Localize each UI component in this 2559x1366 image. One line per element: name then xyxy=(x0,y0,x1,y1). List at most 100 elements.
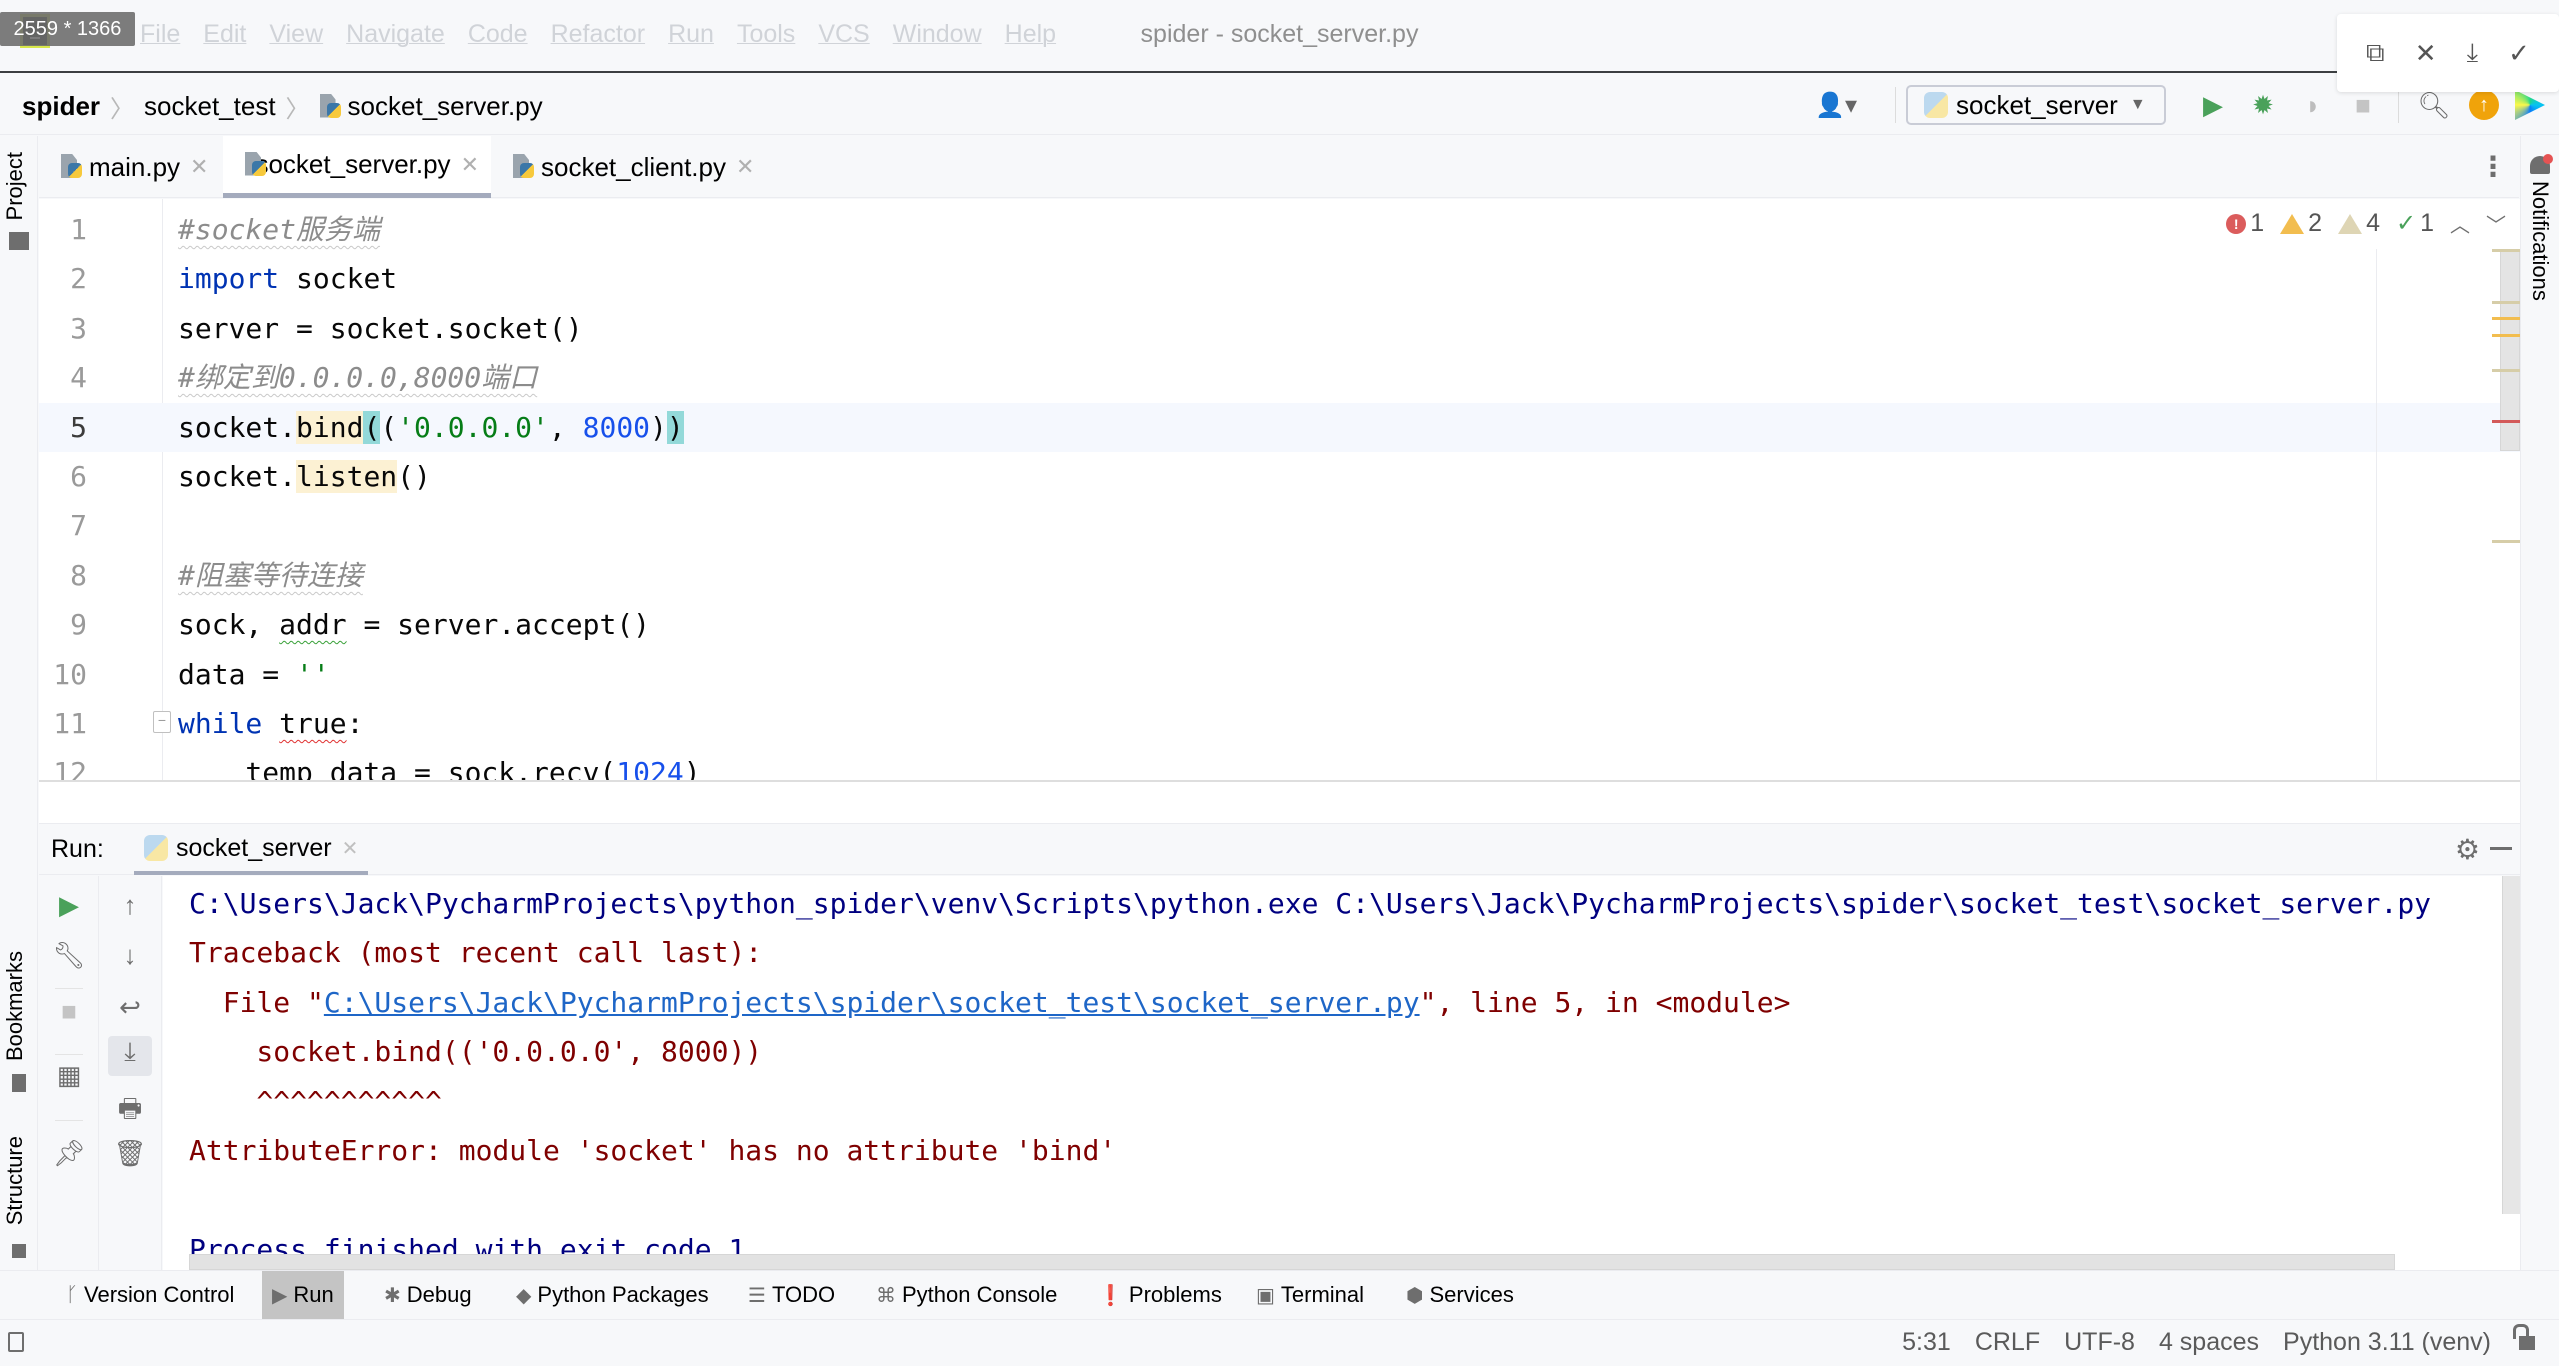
popout-icon[interactable]: ⧉ xyxy=(2366,37,2385,69)
tab-socket-client-py[interactable]: socket_client.py ✕ xyxy=(491,136,771,198)
debug-button[interactable]: ✹ xyxy=(2238,90,2288,121)
code-line[interactable]: 10 data = '' xyxy=(39,650,2520,699)
tab-main-py[interactable]: main.py ✕ xyxy=(39,136,223,198)
fold-icon[interactable]: − xyxy=(153,711,171,733)
jetbrains-toolbox-icon[interactable] xyxy=(2515,90,2545,120)
indent-setting[interactable]: 4 spaces xyxy=(2159,1328,2259,1357)
trash-icon[interactable]: 🗑︎ xyxy=(100,1138,160,1169)
structure-icon[interactable] xyxy=(12,1244,26,1258)
gear-icon[interactable]: ⚙ xyxy=(2455,833,2480,866)
code-line[interactable]: 5 socket.bind(('0.0.0.0', 8000)) xyxy=(39,402,2520,452)
update-icon[interactable]: ↑ xyxy=(2469,90,2499,120)
line-number[interactable]: 4 xyxy=(39,353,87,402)
console-horizontal-scrollbar[interactable] xyxy=(189,1254,2395,1270)
tool-window-structure[interactable]: Structure xyxy=(2,1136,28,1225)
warning-mark[interactable] xyxy=(2492,317,2520,320)
console-file-link[interactable]: C:\Users\Jack\PycharmProjects\spider\soc… xyxy=(324,986,1420,1019)
line-number[interactable]: 5 xyxy=(39,403,87,452)
warning-mark[interactable] xyxy=(2492,334,2520,337)
lock-icon[interactable] xyxy=(2513,1323,2535,1350)
code-with-me-icon[interactable]: 👤▾ xyxy=(1815,91,1857,120)
line-number[interactable]: 7 xyxy=(39,501,87,550)
scroll-to-end-icon[interactable]: ⤓ xyxy=(108,1036,152,1076)
toggle-tool-windows-icon[interactable] xyxy=(8,1332,24,1352)
editor-run-splitter[interactable] xyxy=(39,780,2520,824)
bookmark-icon[interactable] xyxy=(12,1074,26,1092)
line-number[interactable]: 12 xyxy=(39,748,87,780)
code-line[interactable]: 4 #绑定到0.0.0.0,8000端口 xyxy=(39,353,2520,402)
close-tab-icon[interactable]: ✕ xyxy=(461,152,479,178)
close-tab-icon[interactable]: ✕ xyxy=(342,836,359,861)
line-number[interactable]: 2 xyxy=(39,254,87,303)
typo-count[interactable]: ✓ 1 xyxy=(2396,209,2434,238)
soft-wrap-icon[interactable]: ↩ xyxy=(100,992,160,1023)
line-number[interactable]: 9 xyxy=(39,600,87,649)
run-button[interactable]: ▶ xyxy=(2188,90,2238,121)
line-number[interactable]: 11 xyxy=(39,699,87,748)
run-tab-socket-server[interactable]: socket_server ✕ xyxy=(134,825,369,875)
error-count[interactable]: ! 1 xyxy=(2226,209,2264,238)
check-icon[interactable]: ✓ xyxy=(2508,38,2530,69)
stop-button[interactable]: ■ xyxy=(2338,90,2388,121)
line-number[interactable]: 10 xyxy=(39,650,87,699)
line-number[interactable]: 6 xyxy=(39,452,87,501)
more-options-icon[interactable]: ⋮ xyxy=(2479,150,2507,183)
print-icon[interactable]: 🖶 xyxy=(100,1090,160,1134)
weak-warning-mark[interactable] xyxy=(2492,369,2520,372)
weak-warning-mark[interactable] xyxy=(2492,540,2520,543)
code-line[interactable]: 2 import socket xyxy=(39,254,2520,303)
line-separator[interactable]: CRLF xyxy=(1975,1328,2040,1357)
tool-version-control[interactable]: ᚴ Version Control xyxy=(56,1271,244,1319)
weak-warning-count[interactable]: 4 xyxy=(2338,209,2380,238)
console-vertical-scrollbar[interactable] xyxy=(2502,876,2520,1214)
warning-count[interactable]: 2 xyxy=(2280,209,2322,238)
tool-window-project[interactable]: Project xyxy=(2,152,28,220)
close-tab-icon[interactable]: ✕ xyxy=(736,154,754,180)
tool-terminal[interactable]: ▣ Terminal xyxy=(1246,1271,1374,1319)
weak-warning-mark[interactable] xyxy=(2492,249,2520,252)
run-configuration-select[interactable]: socket_server ▼ xyxy=(1906,85,2166,125)
code-line[interactable]: 9 sock, addr = server.accept() xyxy=(39,600,2520,649)
code-line[interactable]: 1 #socket服务端 xyxy=(39,205,2520,254)
stop-icon[interactable]: ■ xyxy=(39,996,99,1027)
tool-python-console[interactable]: ⌘ Python Console xyxy=(866,1271,1067,1319)
code-line[interactable]: 12 temp_data = sock.recv(1024) xyxy=(39,748,2520,780)
line-number[interactable]: 8 xyxy=(39,551,87,600)
tool-todo[interactable]: ☰ TODO xyxy=(738,1271,845,1319)
code-line[interactable]: 7 xyxy=(39,501,2520,550)
run-with-coverage-button[interactable]: ◗ xyxy=(2288,90,2338,121)
python-interpreter[interactable]: Python 3.11 (venv) xyxy=(2283,1328,2491,1357)
caret-position[interactable]: 5:31 xyxy=(1902,1328,1951,1357)
inspection-widget[interactable]: ! 1 2 4 ✓ 1 ︿ ﹀ xyxy=(2226,209,2506,238)
tool-run[interactable]: ▶ Run xyxy=(262,1271,344,1319)
code-editor[interactable]: 1 #socket服务端 2 import socket 3 server = socke… xyxy=(39,199,2520,780)
code-line[interactable]: 8 #阻塞等待连接 xyxy=(39,551,2520,600)
wrench-icon[interactable]: 🔧︎ xyxy=(39,940,99,971)
close-tab-icon[interactable]: ✕ xyxy=(190,154,208,180)
folder-icon[interactable] xyxy=(9,232,29,250)
layout-icon[interactable]: ▦ xyxy=(39,1060,99,1091)
breadcrumb-file[interactable]: socket_server.py xyxy=(348,91,543,122)
tool-problems[interactable]: ❗ Problems xyxy=(1088,1271,1232,1319)
close-icon[interactable]: ✕ xyxy=(2415,38,2437,69)
code-line[interactable]: 11 while true: xyxy=(39,699,2520,748)
tool-services[interactable]: ⬢ Services xyxy=(1396,1271,1524,1319)
pin-icon[interactable]: 📌︎ xyxy=(39,1138,99,1169)
code-line[interactable]: 3 server = socket.socket() xyxy=(39,304,2520,353)
breadcrumb-project[interactable]: spider xyxy=(22,91,100,122)
tool-window-notifications[interactable]: Notifications xyxy=(2527,181,2553,301)
search-everywhere-button[interactable]: 🔍︎ xyxy=(2409,90,2459,121)
next-problem-icon[interactable]: ﹀ xyxy=(2486,209,2506,238)
run-console-output[interactable]: C:\Users\Jack\PycharmProjects\python_spi… xyxy=(163,876,2520,1270)
minimize-icon[interactable] xyxy=(2490,847,2512,850)
previous-problem-icon[interactable]: ︿ xyxy=(2450,209,2470,238)
file-encoding[interactable]: UTF-8 xyxy=(2064,1328,2135,1357)
tool-window-bookmarks[interactable]: Bookmarks xyxy=(2,951,28,1061)
error-mark[interactable] xyxy=(2492,420,2520,423)
rerun-icon[interactable]: ▶ xyxy=(39,890,99,921)
breadcrumb-folder[interactable]: socket_test xyxy=(144,91,276,122)
arrow-down-icon[interactable]: ↓ xyxy=(100,940,160,971)
download-icon[interactable]: ⤓ xyxy=(2467,37,2479,69)
tool-python-packages[interactable]: ◆ Python Packages xyxy=(506,1271,719,1319)
code-line[interactable]: 6 socket.listen() xyxy=(39,452,2520,501)
